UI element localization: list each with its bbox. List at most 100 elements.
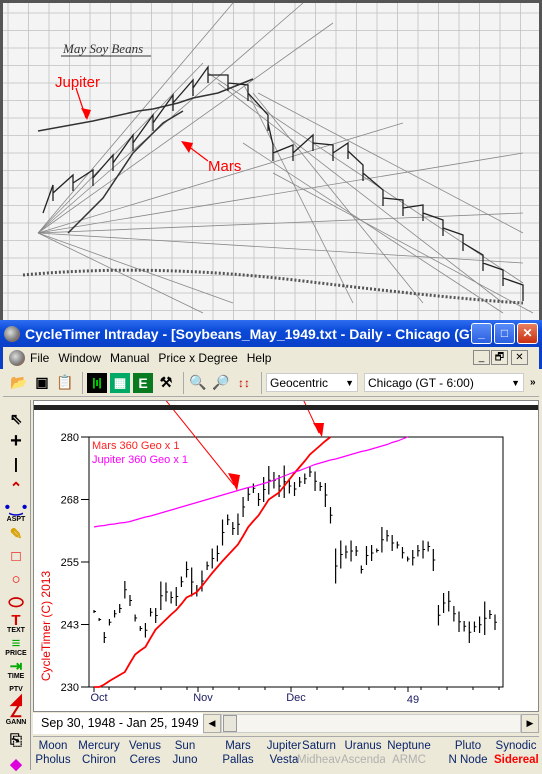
planet-toggle-armc[interactable]: ARMC — [385, 753, 433, 767]
scanned-gann-chart-image: May Soy Beans Jupiter Mars — [0, 0, 542, 320]
planet-toggle-venus[interactable]: Venus — [125, 739, 165, 753]
planet-toggle-saturn[interactable]: Saturn — [297, 739, 341, 753]
document-icon[interactable] — [9, 350, 25, 366]
text-tool-icon[interactable]: T TEXT — [3, 613, 29, 636]
mdi-close-button[interactable]: ✕ — [511, 350, 528, 365]
hand-drawn-price-bars — [42, 64, 524, 301]
mdi-minimize-button[interactable]: _ — [473, 350, 490, 365]
app-icon — [4, 325, 20, 342]
aspect-tool-icon[interactable]: •‿• ASPT — [3, 499, 29, 523]
mars-arrow — [187, 145, 209, 162]
ellipse-tool-icon[interactable]: ⬭ — [3, 592, 29, 613]
planet-toggle-mercury[interactable]: Mercury — [74, 739, 124, 753]
y-tick-label: 243 — [61, 620, 79, 632]
planet-toggle-mars[interactable]: Mars — [218, 739, 258, 753]
wave-tool-icon[interactable]: ⌃ — [3, 477, 29, 498]
drawing-tools-panel: ⇖ + | ⌃ •‿• ASPT ✎ □ ○ ⬭ T TEXT ≡ PRICE ⇥ TI… — [3, 400, 31, 773]
arrowhead-icon — [228, 473, 240, 491]
location-value: Chicago (GT - 6:00) — [368, 375, 474, 390]
plus-tool-icon[interactable]: + — [3, 430, 29, 452]
price-chart[interactable]: 280 268 255 243 230 Oct Nov Dec 49 Mars 360 Geo x… — [34, 230, 538, 711]
bar-spacing-icon[interactable]: ↕↕ — [234, 373, 254, 393]
price-time-tool-icon[interactable]: PTV ◢ — [3, 684, 29, 707]
pencil-tool-icon[interactable]: ✎ — [3, 523, 29, 544]
zoom-out-icon[interactable]: 🔎 — [211, 373, 231, 393]
planet-toggle-pallas[interactable]: Pallas — [218, 753, 258, 767]
menu-window[interactable]: Window — [58, 351, 101, 365]
legend-entry: Mars 360 Geo x 1 — [92, 440, 179, 452]
chart-header-strip — [34, 405, 538, 410]
maximize-button[interactable]: □ — [494, 323, 515, 344]
menu-price-x-degree[interactable]: Price x Degree — [158, 351, 237, 365]
bar-chart-icon[interactable]: |ı| — [87, 372, 107, 393]
location-select[interactable]: Chicago (GT - 6:00) ▼ — [364, 373, 524, 392]
book-icon[interactable]: ◆ — [3, 753, 29, 774]
planet-toggle-pholus[interactable]: Pholus — [32, 753, 74, 767]
toolbar-separator — [183, 371, 184, 394]
planet-toggle-moon[interactable]: Moon — [32, 739, 74, 753]
scrollbar-thumb[interactable] — [223, 715, 237, 732]
planet-toggle-sun[interactable]: Sun — [165, 739, 205, 753]
open-folder-icon[interactable]: 📂 — [9, 373, 29, 393]
clipboard-icon[interactable]: 📋 — [55, 373, 75, 393]
date-bar: Sep 30, 1948 - Jan 25, 1949 ◀ ▶ — [33, 712, 539, 735]
close-button[interactable]: ✕ — [517, 323, 538, 344]
chevron-down-icon[interactable]: ▼ — [345, 378, 354, 388]
handwritten-title: May Soy Beans — [62, 41, 143, 56]
menu-help[interactable]: Help — [247, 351, 272, 365]
window-title: CycleTimer Intraday - [Soybeans_May_1949… — [25, 325, 489, 342]
y-tick-label: 230 — [61, 682, 79, 694]
arrow-tool-icon[interactable]: ⇖ — [3, 408, 29, 429]
planet-toggle-synodic[interactable]: Synodic — [494, 739, 538, 753]
coordinate-mode-value: Geocentric — [270, 375, 329, 390]
tools-icon[interactable]: ⚒ — [156, 373, 176, 393]
scroll-left-button[interactable]: ◀ — [203, 714, 221, 733]
circle-tool-icon[interactable]: ○ — [3, 569, 29, 590]
chart-pane[interactable]: 280 268 255 243 230 Oct Nov Dec 49 Mars 360 Geo x… — [33, 230, 539, 712]
planet-toggle-chiron[interactable]: Chiron — [74, 753, 124, 767]
menu-bar: File Window Manual Price x Degree Help _… — [0, 347, 542, 369]
window-title-bar[interactable]: CycleTimer Intraday - [Soybeans_May_1949… — [0, 320, 542, 347]
y-tick-label: 280 — [61, 432, 79, 444]
planet-toggle-pluto[interactable]: Pluto — [448, 739, 488, 753]
arrowhead-icon — [313, 423, 324, 437]
toolbar-overflow-button[interactable]: » — [530, 377, 536, 388]
planet-toggle-juno[interactable]: Juno — [165, 753, 205, 767]
zoom-in-icon[interactable]: 🔍 — [188, 373, 208, 393]
planet-toggle-ceres[interactable]: Ceres — [125, 753, 165, 767]
chevron-down-icon[interactable]: ▼ — [511, 378, 520, 388]
vertical-line-tool-icon[interactable]: | — [3, 454, 29, 475]
planet-toggle-ascendant[interactable]: Ascendant — [341, 753, 385, 767]
planet-toggle-uranus[interactable]: Uranus — [341, 739, 385, 753]
rectangle-tool-icon[interactable]: □ — [3, 546, 29, 567]
menu-manual[interactable]: Manual — [110, 351, 149, 365]
mdi-restore-button[interactable]: 🗗 — [491, 350, 508, 365]
planet-toggle-midheaven[interactable]: Midheaven — [297, 753, 341, 767]
planet-toggle-sidereal[interactable]: Sidereal — [494, 753, 538, 767]
arrowhead-icon — [181, 141, 193, 153]
planet-toggle-neptune[interactable]: Neptune — [385, 739, 433, 753]
x-tick-label: Dec — [286, 692, 306, 704]
scan-drawing: May Soy Beans — [3, 2, 539, 320]
x-tick-label: 49 — [407, 694, 419, 706]
angle-line — [242, 142, 504, 314]
toolbar-separator — [82, 371, 83, 394]
save-icon[interactable]: ▣ — [32, 373, 52, 393]
time-tool-icon[interactable]: ⇥ TIME — [3, 659, 29, 682]
x-tick-label: Nov — [193, 692, 213, 704]
grid-icon[interactable]: ▦ — [110, 372, 130, 393]
watermark-text: CycleTimer (C) 2013 — [39, 571, 53, 682]
horizontal-scrollbar[interactable] — [221, 714, 521, 733]
coordinate-mode-select[interactable]: Geocentric ▼ — [266, 373, 358, 392]
jupiter-annotation: Jupiter — [55, 74, 101, 91]
copy-icon[interactable]: ⎘ — [3, 730, 29, 751]
planet-toggle-n-node[interactable]: N Node — [448, 753, 488, 767]
e-icon[interactable]: E — [133, 372, 153, 393]
toolbar: 📂 ▣ 📋 |ı| ▦ E ⚒ 🔍 🔎 ↕↕ Geocentric ▼ Chica… — [3, 369, 539, 397]
scroll-right-button[interactable]: ▶ — [521, 714, 539, 733]
gann-tool-icon[interactable]: ∠ GANN — [3, 705, 29, 728]
menu-file[interactable]: File — [30, 351, 49, 365]
minimize-button[interactable]: _ — [471, 323, 492, 344]
planet-selector-bar: Moon Pholus Mercury Chiron Venus Ceres Sun Juno… — [33, 736, 539, 770]
price-tool-icon[interactable]: ≡ PRICE — [3, 636, 29, 659]
